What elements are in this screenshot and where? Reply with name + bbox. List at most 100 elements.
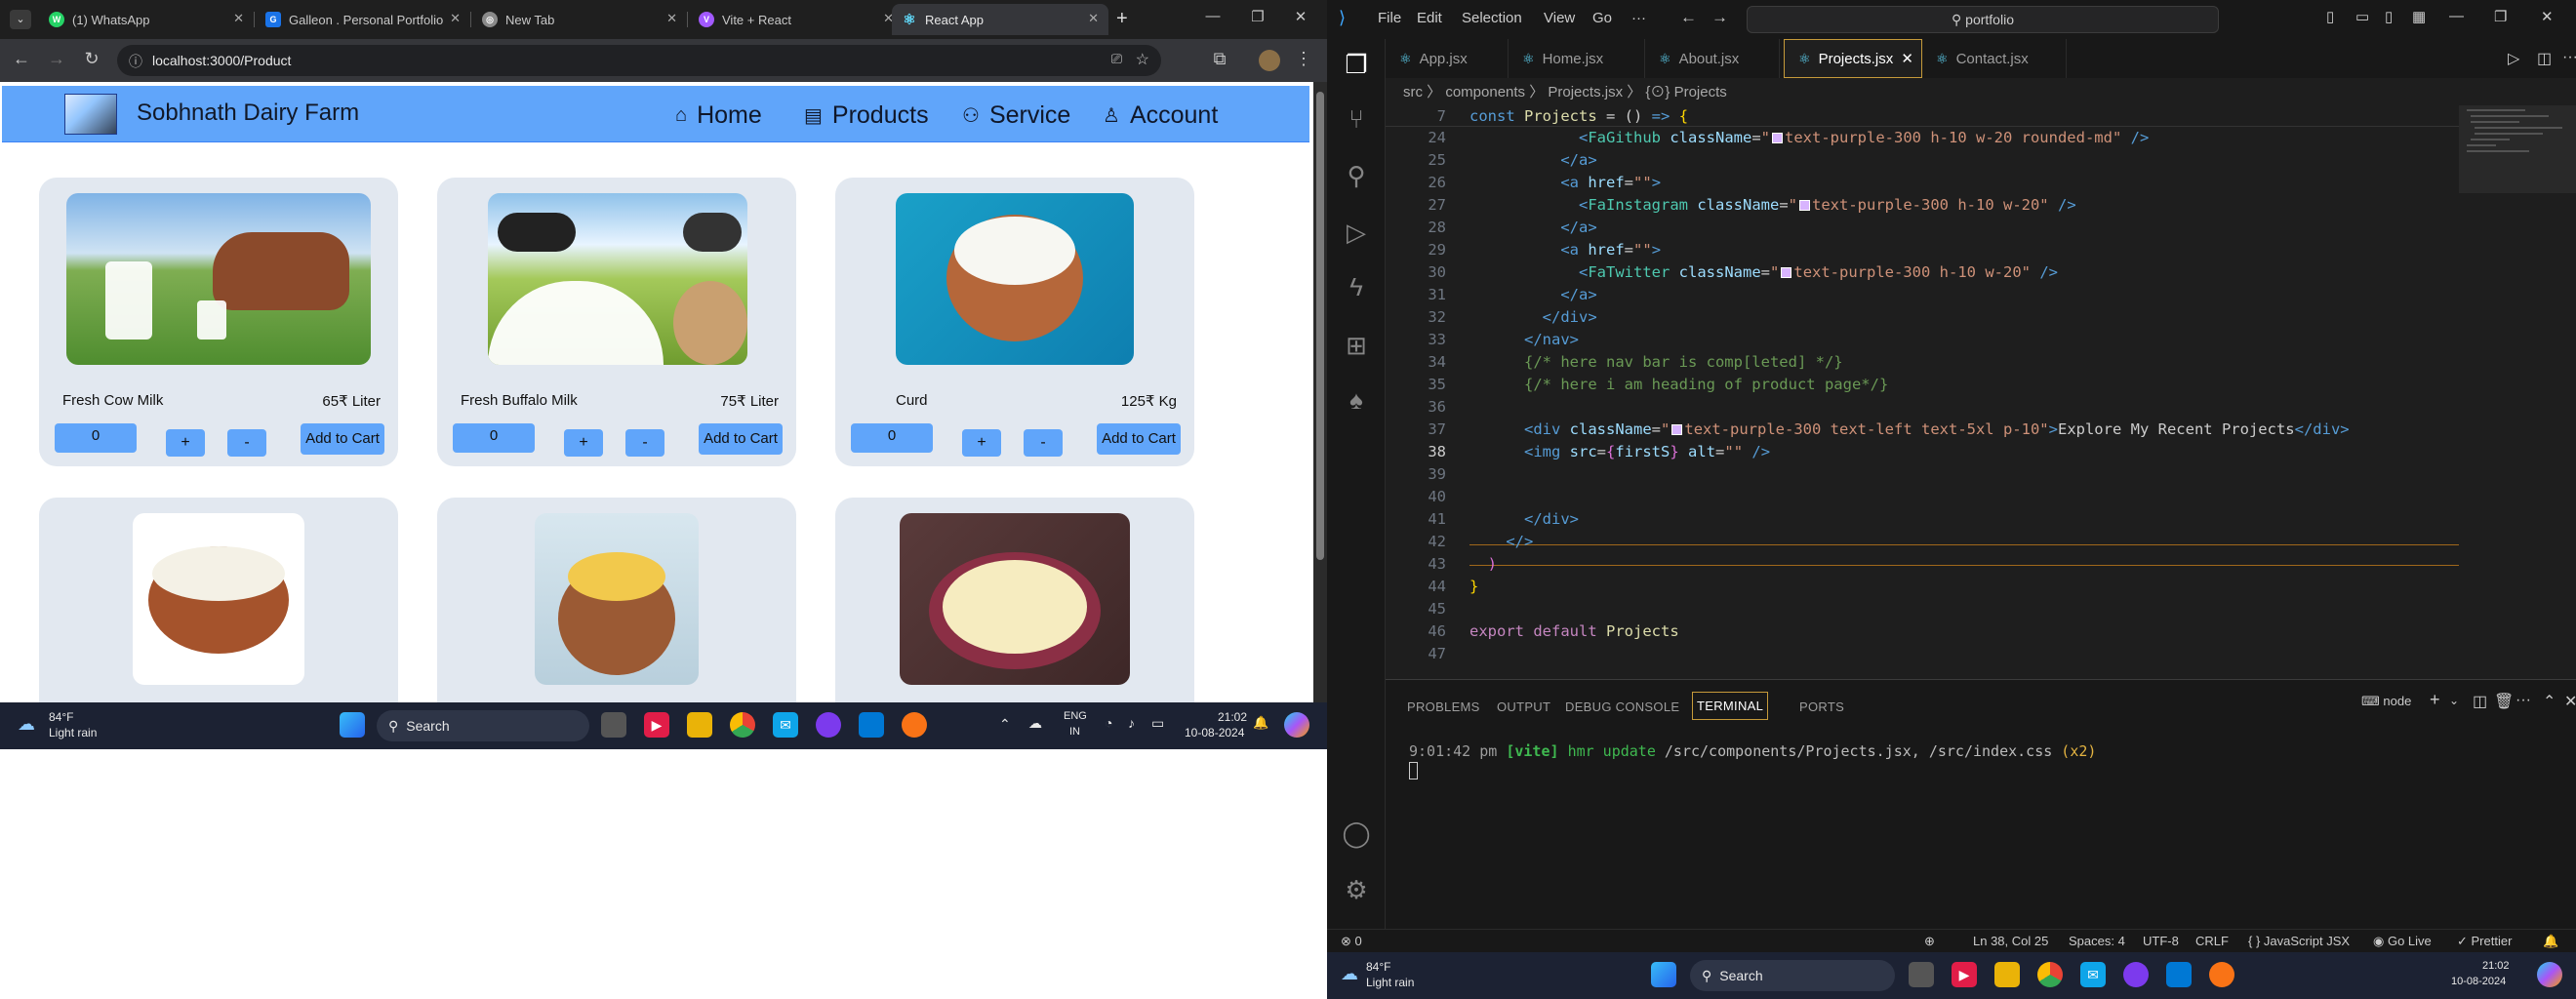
command-center-search[interactable]: ⚲ portfolio bbox=[1747, 6, 2219, 33]
tab-react-app[interactable]: ⚛ React App ✕ bbox=[892, 4, 1108, 35]
task-view-icon[interactable] bbox=[1909, 962, 1934, 987]
code-editor[interactable]: 7 const Projects = () => { 24 25 26 27 28 29 3… bbox=[1386, 105, 2459, 677]
windows-start-icon[interactable] bbox=[340, 712, 365, 738]
breadcrumb[interactable]: src 〉 components 〉 Projects.jsx 〉 {⊙} Pr… bbox=[1386, 80, 2576, 105]
increment-button[interactable]: + bbox=[564, 429, 603, 457]
site-info-icon[interactable]: ⓘ bbox=[129, 52, 142, 71]
youtube-icon[interactable]: ▶ bbox=[644, 712, 669, 738]
terminal-shell-selector[interactable]: ⌨ node bbox=[2361, 694, 2411, 709]
taskbar-search[interactable]: ⚲ Search bbox=[1690, 960, 1895, 991]
indentation[interactable]: Spaces: 4 bbox=[2069, 934, 2125, 948]
notifications-bell-icon[interactable]: 🔔 bbox=[2543, 934, 2558, 949]
clock-time[interactable]: 21:02 bbox=[2482, 960, 2510, 972]
clock-date[interactable]: 10-08-2024 bbox=[2451, 976, 2506, 987]
panel-tab-terminal[interactable]: TERMINAL bbox=[1692, 692, 1769, 720]
extensions-icon[interactable]: ⊞ bbox=[1341, 330, 1372, 361]
menu-edit[interactable]: Edit bbox=[1417, 10, 1442, 26]
tab-search-icon[interactable]: ⌄ bbox=[10, 10, 31, 29]
nav-home[interactable]: ⌂ Home bbox=[675, 101, 762, 130]
language-code[interactable]: ENG bbox=[1064, 710, 1087, 722]
close-panel-icon[interactable]: ✕ bbox=[2564, 692, 2576, 711]
nav-service[interactable]: ⚇ Service bbox=[962, 101, 1070, 130]
new-terminal-icon[interactable]: + bbox=[2430, 690, 2440, 710]
tab-new-tab[interactable]: ◎ New Tab ✕ bbox=[472, 4, 688, 35]
nav-forward-icon[interactable]: → bbox=[1711, 8, 1728, 27]
close-tab-icon[interactable]: ✕ bbox=[1901, 50, 1913, 67]
clock-time[interactable]: 21:02 bbox=[1218, 710, 1247, 724]
tab-projects-jsx[interactable]: ⚛ Projects.jsx ✕ bbox=[1784, 39, 1922, 78]
youtube-icon[interactable]: ▶ bbox=[1952, 962, 1977, 987]
panel-tab-problems[interactable]: PROBLEMS bbox=[1407, 699, 1480, 714]
cursor-position[interactable]: Ln 38, Col 25 bbox=[1973, 934, 2048, 948]
tab-vite-react[interactable]: V Vite + React ✕ bbox=[689, 4, 904, 35]
scrollbar-thumb[interactable] bbox=[1316, 92, 1324, 560]
tab-about-jsx[interactable]: ⚛ About.jsx bbox=[1645, 39, 1780, 78]
minimap[interactable] bbox=[2459, 105, 2576, 677]
search-icon[interactable]: ⚲ bbox=[1341, 160, 1372, 191]
clock-date[interactable]: 10-08-2024 bbox=[1185, 726, 1244, 739]
terminal-dropdown-icon[interactable]: ⌄ bbox=[2449, 694, 2459, 707]
close-window-icon[interactable]: ✕ bbox=[2541, 8, 2554, 25]
close-tab-icon[interactable]: ✕ bbox=[666, 11, 677, 26]
manage-gear-icon[interactable]: ⚙ bbox=[1341, 874, 1372, 905]
source-control-icon[interactable]: ⑂ bbox=[1341, 103, 1372, 135]
go-live-button[interactable]: ◉ Go Live bbox=[2373, 934, 2432, 949]
customize-layout-icon[interactable]: ▦ bbox=[2412, 8, 2426, 25]
panel-tab-output[interactable]: OUTPUT bbox=[1497, 699, 1550, 714]
volume-icon[interactable]: ♪ bbox=[1128, 715, 1135, 731]
tray-chevron-icon[interactable]: ⌃ bbox=[999, 716, 1011, 733]
mongodb-leaf-icon[interactable]: ♠ bbox=[1341, 384, 1372, 416]
panel-tab-debug-console[interactable]: DEBUG CONSOLE bbox=[1565, 699, 1679, 714]
accounts-icon[interactable]: ◯ bbox=[1341, 818, 1372, 849]
minimize-icon[interactable]: — bbox=[1198, 8, 1228, 24]
ports-status[interactable]: ⊗ 0 bbox=[1341, 934, 1362, 949]
language-mode[interactable]: { } JavaScript JSX bbox=[2248, 934, 2350, 948]
split-editor-icon[interactable]: ◫ bbox=[2537, 49, 2552, 68]
restore-icon[interactable]: ❐ bbox=[2494, 8, 2507, 25]
close-tab-icon[interactable]: ✕ bbox=[1088, 11, 1099, 26]
reload-icon[interactable]: ↻ bbox=[80, 49, 103, 69]
close-window-icon[interactable]: ✕ bbox=[1286, 8, 1315, 25]
encoding[interactable]: UTF-8 bbox=[2143, 934, 2179, 948]
forward-icon[interactable]: → bbox=[45, 49, 68, 69]
battery-icon[interactable]: ▭ bbox=[1151, 715, 1164, 732]
add-to-cart-button[interactable]: Add to Cart bbox=[1097, 423, 1181, 455]
wifi-icon[interactable]: ◔ bbox=[1105, 715, 1112, 731]
mail-icon[interactable]: ✉ bbox=[773, 712, 798, 738]
github-icon[interactable] bbox=[816, 712, 841, 738]
profile-avatar[interactable] bbox=[1259, 50, 1280, 71]
vscode-icon[interactable] bbox=[2166, 962, 2192, 987]
panel-tab-ports[interactable]: PORTS bbox=[1799, 699, 1844, 714]
postman-icon[interactable] bbox=[2209, 962, 2234, 987]
tab-whatsapp[interactable]: W (1) WhatsApp ✕ bbox=[39, 4, 255, 35]
run-code-icon[interactable]: ▷ bbox=[2508, 49, 2519, 68]
nav-back-icon[interactable]: ← bbox=[1680, 8, 1697, 27]
bookmark-star-icon[interactable]: ☆ bbox=[1136, 50, 1149, 69]
copilot-icon[interactable] bbox=[1284, 712, 1309, 738]
run-debug-icon[interactable]: ▷ bbox=[1341, 217, 1372, 248]
menu-more[interactable]: ··· bbox=[1631, 10, 1646, 26]
new-tab-icon[interactable]: + bbox=[1116, 8, 1128, 30]
toggle-secondary-sidebar-icon[interactable]: ▯ bbox=[2385, 8, 2393, 25]
menu-go[interactable]: Go bbox=[1592, 10, 1612, 26]
restore-icon[interactable]: ❐ bbox=[1243, 8, 1272, 25]
file-explorer-icon[interactable] bbox=[687, 712, 712, 738]
weather-icon[interactable]: ☁ bbox=[18, 714, 35, 735]
decrement-button[interactable]: - bbox=[227, 429, 266, 457]
taskbar-search[interactable]: ⚲ Search bbox=[377, 710, 589, 741]
add-to-cart-button[interactable]: Add to Cart bbox=[301, 423, 384, 455]
notification-bell-icon[interactable]: 🔔 bbox=[1253, 715, 1268, 731]
mail-icon[interactable]: ✉ bbox=[2080, 962, 2106, 987]
split-terminal-icon[interactable]: ◫ bbox=[2473, 692, 2487, 711]
thunder-client-icon[interactable]: ϟ bbox=[1341, 271, 1372, 302]
quantity-input[interactable]: 0 bbox=[851, 423, 933, 453]
chrome-icon[interactable] bbox=[730, 712, 755, 738]
chrome-menu-icon[interactable]: ⋮ bbox=[1292, 49, 1315, 69]
prettier-status[interactable]: ✓ Prettier bbox=[2457, 934, 2512, 949]
file-explorer-icon[interactable] bbox=[1994, 962, 2020, 987]
github-icon[interactable] bbox=[2123, 962, 2149, 987]
kill-terminal-icon[interactable]: 🗑 bbox=[2494, 692, 2514, 711]
minimize-icon[interactable]: — bbox=[2449, 8, 2464, 24]
weather-icon[interactable]: ☁ bbox=[1341, 964, 1358, 984]
onedrive-icon[interactable]: ☁ bbox=[1028, 715, 1042, 732]
